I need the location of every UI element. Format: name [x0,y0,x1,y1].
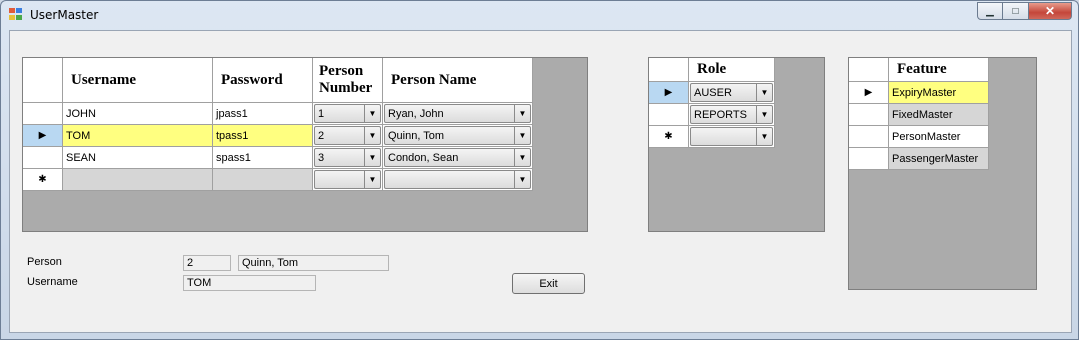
person-number-combo[interactable]: 2 ▼ [313,125,383,147]
exit-button[interactable]: Exit [512,273,585,294]
combo-value: 1 [318,107,325,120]
feature-cell[interactable]: PersonMaster [889,126,989,148]
list-item[interactable]: PersonMaster [849,126,989,148]
username-cell[interactable]: JOHN [63,103,213,125]
list-item[interactable]: PassengerMaster [849,148,989,170]
password-cell[interactable]: tpass1 [213,125,313,147]
new-row[interactable]: ✱ ▼ [649,126,775,148]
role-combo[interactable]: REPORTS ▼ [689,104,775,126]
new-row[interactable]: ✱ ▼ ▼ [23,169,533,191]
table-row[interactable]: JOHN jpass1 1 ▼ Ryan, John ▼ [23,103,533,125]
dropdown-arrow-icon[interactable]: ▼ [756,128,772,145]
column-header-person-name[interactable]: Person Name [383,58,533,103]
username-field[interactable]: TOM [183,275,316,291]
maximize-button[interactable]: □ [1003,2,1029,20]
person-label: Person [27,256,62,268]
current-row-arrow-icon[interactable]: ▶ [849,82,889,104]
row-header[interactable] [849,126,889,148]
username-cell[interactable]: TOM [63,125,213,147]
row-header[interactable] [849,104,889,126]
table-row[interactable]: SEAN spass1 3 ▼ Condon, Sean ▼ [23,147,533,169]
password-cell[interactable]: jpass1 [213,103,313,125]
minimize-button[interactable]: ▁ [977,2,1003,20]
column-header-feature[interactable]: Feature [889,58,989,82]
table-row[interactable]: ▶ TOM tpass1 2 ▼ Quinn, Tom ▼ [23,125,533,147]
person-number-combo[interactable]: 3 ▼ [313,147,383,169]
column-header-password[interactable]: Password [213,58,313,103]
combo-value: 2 [318,129,325,142]
username-cell[interactable] [63,169,213,191]
row-header[interactable] [649,104,689,126]
combo-value: Ryan, John [388,107,444,120]
role-grid[interactable]: Role ▶ AUSER ▼ REPORTS ▼ ✱ ▼ [648,57,825,232]
username-label: Username [27,276,78,288]
list-item[interactable]: REPORTS ▼ [649,104,775,126]
column-header-role[interactable]: Role [689,58,775,82]
dropdown-arrow-icon[interactable]: ▼ [364,149,380,166]
list-item[interactable]: ▶ AUSER ▼ [649,82,775,104]
title-bar[interactable]: UserMaster ▁ □ ✕ [1,1,1078,29]
row-header[interactable] [23,147,63,169]
form-client-area: Username Password Person Number Person N… [9,30,1072,333]
window-title: UserMaster [30,8,99,22]
new-row-asterisk-icon[interactable]: ✱ [649,126,689,148]
person-name-combo[interactable]: Ryan, John ▼ [383,103,533,125]
combo-value: Condon, Sean [388,151,459,164]
row-header[interactable] [23,103,63,125]
dropdown-arrow-icon[interactable]: ▼ [514,105,530,122]
person-name-combo[interactable]: Condon, Sean ▼ [383,147,533,169]
dropdown-arrow-icon[interactable]: ▼ [756,106,772,123]
users-grid[interactable]: Username Password Person Number Person N… [22,57,588,232]
app-icon [9,8,23,21]
password-cell[interactable]: spass1 [213,147,313,169]
combo-value: Quinn, Tom [388,129,445,142]
feature-cell[interactable]: ExpiryMaster [889,82,989,104]
dropdown-arrow-icon[interactable]: ▼ [514,149,530,166]
person-number-combo[interactable]: ▼ [313,169,383,191]
usermaster-window: UserMaster ▁ □ ✕ Username Password Perso… [0,0,1079,340]
dropdown-arrow-icon[interactable]: ▼ [364,171,380,188]
column-header-username[interactable]: Username [63,58,213,103]
dropdown-arrow-icon[interactable]: ▼ [364,105,380,122]
person-name-field[interactable]: Quinn, Tom [238,255,389,271]
person-number-field[interactable]: 2 [183,255,231,271]
person-name-combo[interactable]: ▼ [383,169,533,191]
header-corner[interactable] [23,58,63,103]
feature-cell[interactable]: FixedMaster [889,104,989,126]
current-row-arrow-icon[interactable]: ▶ [649,82,689,104]
current-row-arrow-icon[interactable]: ▶ [23,125,63,147]
person-name-combo[interactable]: Quinn, Tom ▼ [383,125,533,147]
username-cell[interactable]: SEAN [63,147,213,169]
combo-value: 3 [318,151,325,164]
person-number-combo[interactable]: 1 ▼ [313,103,383,125]
dropdown-arrow-icon[interactable]: ▼ [514,171,530,188]
combo-value: REPORTS [694,108,747,121]
dropdown-arrow-icon[interactable]: ▼ [514,127,530,144]
combo-value: AUSER [694,86,732,99]
role-combo[interactable]: AUSER ▼ [689,82,775,104]
feature-grid[interactable]: Feature ▶ ExpiryMaster FixedMaster Perso… [848,57,1037,290]
list-item[interactable]: FixedMaster [849,104,989,126]
feature-cell[interactable]: PassengerMaster [889,148,989,170]
dropdown-arrow-icon[interactable]: ▼ [364,127,380,144]
header-corner[interactable] [649,58,689,82]
role-combo[interactable]: ▼ [689,126,775,148]
list-item[interactable]: ▶ ExpiryMaster [849,82,989,104]
row-header[interactable] [849,148,889,170]
close-button[interactable]: ✕ [1029,2,1072,20]
column-header-person-number[interactable]: Person Number [313,58,383,103]
header-corner[interactable] [849,58,889,82]
dropdown-arrow-icon[interactable]: ▼ [756,84,772,101]
new-row-asterisk-icon[interactable]: ✱ [23,169,63,191]
password-cell[interactable] [213,169,313,191]
